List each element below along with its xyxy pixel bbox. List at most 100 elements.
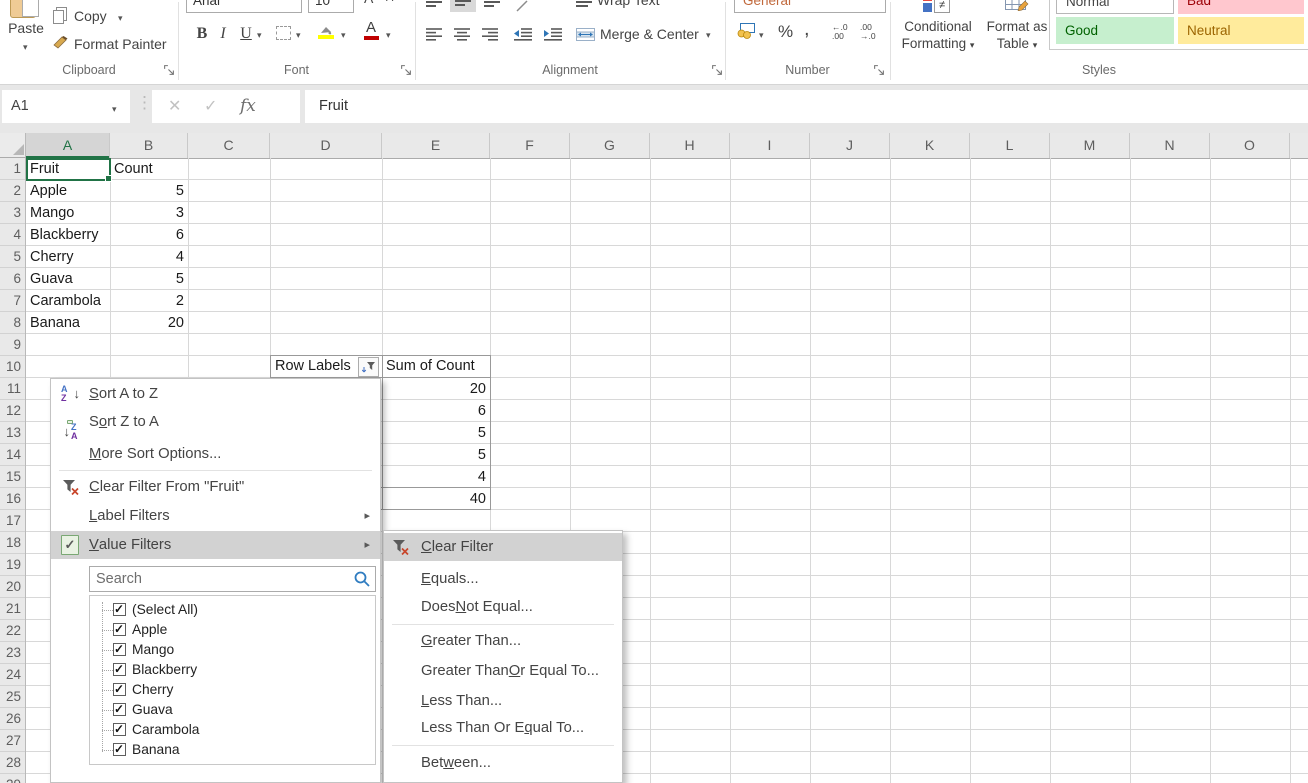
menu-item-sort-a-to-z[interactable]: AZ↓ Sort A to Z	[51, 381, 380, 407]
copy-dropdown-icon[interactable]	[118, 14, 123, 22]
column-header-o[interactable]: O	[1210, 133, 1290, 158]
pivot-row-labels-header[interactable]: Row Labels	[275, 355, 351, 377]
row-header[interactable]: 1	[0, 158, 25, 180]
submenu-item-does-not-equal[interactable]: Does Not Equal...	[384, 595, 622, 619]
count-cell[interactable]: 5	[176, 268, 184, 290]
row-header[interactable]: 25	[0, 686, 25, 708]
column-header-e[interactable]: E	[382, 133, 490, 158]
count-cell[interactable]: 5	[176, 180, 184, 202]
row-header[interactable]: 22	[0, 620, 25, 642]
row-header[interactable]: 24	[0, 664, 25, 686]
number-format-box[interactable]: General	[734, 0, 886, 13]
count-cell[interactable]: 20	[168, 312, 184, 334]
cell-b1-count[interactable]: Count	[114, 158, 153, 180]
row-header[interactable]: 9	[0, 334, 25, 356]
pivot-value-cell[interactable]: 40	[382, 488, 490, 510]
pivot-value-cell[interactable]: 5	[382, 422, 490, 444]
submenu-item-less-than[interactable]: Less Than...	[384, 689, 622, 713]
pivot-value-cell[interactable]: 20	[382, 378, 490, 400]
filter-checkbox-item[interactable]: Guava	[90, 700, 375, 720]
paste-button[interactable]: Paste	[4, 0, 48, 60]
search-icon[interactable]	[353, 570, 371, 588]
column-header-m[interactable]: M	[1050, 133, 1130, 158]
underline-dropdown-icon[interactable]	[257, 31, 262, 39]
fruit-cell[interactable]: Mango	[30, 202, 74, 224]
column-header-h[interactable]: H	[650, 133, 730, 158]
bottom-align-icon[interactable]	[484, 1, 500, 9]
fill-handle[interactable]	[105, 175, 112, 182]
sheet-row[interactable]: Cherry 4	[26, 246, 188, 268]
style-bad[interactable]: Bad	[1178, 0, 1304, 14]
number-dialog-launcher-icon[interactable]	[873, 64, 885, 76]
filter-checkbox-item[interactable]: Cherry	[90, 680, 375, 700]
menu-item-clear-filter-from-fruit[interactable]: Clear Filter From "Fruit"	[51, 474, 380, 500]
filter-checkbox-item[interactable]: Blackberry	[90, 660, 375, 680]
menu-item-label-filters[interactable]: Label Filters	[51, 503, 380, 529]
row-header[interactable]: 28	[0, 752, 25, 774]
sheet-row[interactable]: Mango 3	[26, 202, 188, 224]
name-box-dropdown-icon[interactable]	[112, 105, 117, 113]
row-header[interactable]: 4	[0, 224, 25, 246]
search-input[interactable]	[90, 567, 356, 591]
sheet-row[interactable]: Blackberry 6	[26, 224, 188, 246]
clipboard-dialog-launcher-icon[interactable]	[163, 64, 175, 76]
count-cell[interactable]: 6	[176, 224, 184, 246]
row-header[interactable]: 14	[0, 444, 25, 466]
submenu-item-equals[interactable]: Equals...	[384, 567, 622, 591]
alignment-dialog-launcher-icon[interactable]	[711, 64, 723, 76]
comma-style-button[interactable]: ,	[804, 18, 810, 41]
column-header-a[interactable]: A	[26, 133, 110, 158]
checkbox-checked-icon[interactable]	[113, 643, 126, 656]
align-right-icon[interactable]	[482, 28, 498, 41]
pivot-value-cell[interactable]: 5	[382, 444, 490, 466]
fruit-cell[interactable]: Guava	[30, 268, 73, 290]
filter-checkbox-item[interactable]: (Select All)	[90, 600, 375, 620]
fruit-cell[interactable]: Banana	[30, 312, 80, 334]
row-header[interactable]: 21	[0, 598, 25, 620]
row-header[interactable]: 15	[0, 466, 25, 488]
bold-button[interactable]: B	[192, 22, 212, 46]
column-header-j[interactable]: J	[810, 133, 890, 158]
column-header-f[interactable]: F	[490, 133, 570, 158]
row-header[interactable]: 16	[0, 488, 25, 510]
column-header-partial[interactable]	[1290, 133, 1308, 158]
sheet-row[interactable]: Guava 5	[26, 268, 188, 290]
middle-align-icon[interactable]	[450, 0, 476, 12]
merge-center-icon[interactable]	[576, 28, 595, 41]
percent-style-button[interactable]: %	[778, 22, 793, 42]
checkbox-checked-icon[interactable]	[113, 623, 126, 636]
underline-button[interactable]: U	[237, 22, 255, 46]
italic-button[interactable]: I	[215, 22, 231, 46]
drag-handle-icon[interactable]: ⋮	[136, 93, 153, 113]
style-normal[interactable]: Normal	[1056, 0, 1174, 14]
enter-icon[interactable]: ✓	[204, 90, 217, 123]
borders-icon[interactable]	[276, 26, 291, 40]
column-header-n[interactable]: N	[1130, 133, 1210, 158]
menu-item-sort-z-to-a[interactable]: ZA↓ Sort Z to A	[51, 409, 380, 435]
row-header[interactable]: 5	[0, 246, 25, 268]
font-name-box[interactable]: Arial	[186, 0, 302, 13]
column-header-d[interactable]: D	[270, 133, 382, 158]
checkbox-checked-icon[interactable]	[113, 663, 126, 676]
row-header[interactable]: 23	[0, 642, 25, 664]
checkbox-checked-icon[interactable]	[113, 743, 126, 756]
pivot-filter-button[interactable]	[358, 357, 379, 377]
submenu-item-less-than-or-equal[interactable]: Less Than Or Equal To...	[384, 716, 622, 740]
row-header[interactable]: 11	[0, 378, 25, 400]
row-header[interactable]: 26	[0, 708, 25, 730]
decrease-font-size-icon[interactable]: A	[386, 0, 393, 4]
row-header[interactable]: 13	[0, 422, 25, 444]
menu-item-more-sort-options[interactable]: More Sort Options...	[51, 441, 380, 467]
font-dialog-launcher-icon[interactable]	[400, 64, 412, 76]
font-color-dropdown-icon[interactable]	[386, 31, 391, 39]
submenu-item-greater-than[interactable]: Greater Than...	[384, 629, 622, 653]
merge-center-dropdown-icon[interactable]	[706, 31, 711, 39]
sheet-row[interactable]: Carambola 2	[26, 290, 188, 312]
fruit-cell[interactable]: Apple	[30, 180, 67, 202]
submenu-item-between[interactable]: Between...	[384, 751, 622, 775]
row-header[interactable]: 19	[0, 554, 25, 576]
fill-color-icon[interactable]	[318, 23, 336, 41]
row-header[interactable]: 2	[0, 180, 25, 202]
filter-checkbox-item[interactable]: Carambola	[90, 720, 375, 740]
orientation-icon[interactable]	[516, 0, 530, 12]
